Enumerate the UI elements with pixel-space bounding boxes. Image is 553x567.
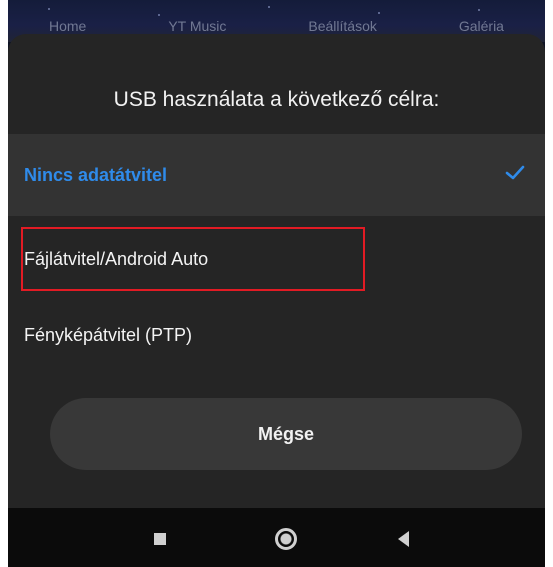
navigation-bar — [8, 508, 545, 567]
option-label: Fájlátvitel/Android Auto — [24, 248, 209, 269]
back-triangle-icon[interactable] — [398, 531, 409, 547]
home-circle-icon[interactable] — [275, 528, 297, 550]
check-icon — [505, 165, 525, 180]
option-file-transfer-android-auto[interactable]: Fájlátvitel/Android Auto — [8, 218, 545, 300]
option-no-data-transfer[interactable]: Nincs adatátvitel — [8, 134, 545, 216]
usb-mode-dialog: USB használata a következő célra: Nincs … — [8, 34, 545, 508]
recents-square-icon[interactable] — [154, 533, 166, 545]
dialog-title: USB használata a következő célra: — [113, 88, 440, 111]
cancel-button[interactable]: Mégse — [50, 398, 522, 470]
phone-screen: Home YT Music Beállítások Galéria USB ha… — [8, 0, 545, 567]
option-label: Fényképátvitel (PTP) — [24, 324, 193, 345]
option-label: Nincs adatátvitel — [24, 164, 168, 185]
option-photo-transfer-ptp[interactable]: Fényképátvitel (PTP) — [8, 294, 545, 376]
